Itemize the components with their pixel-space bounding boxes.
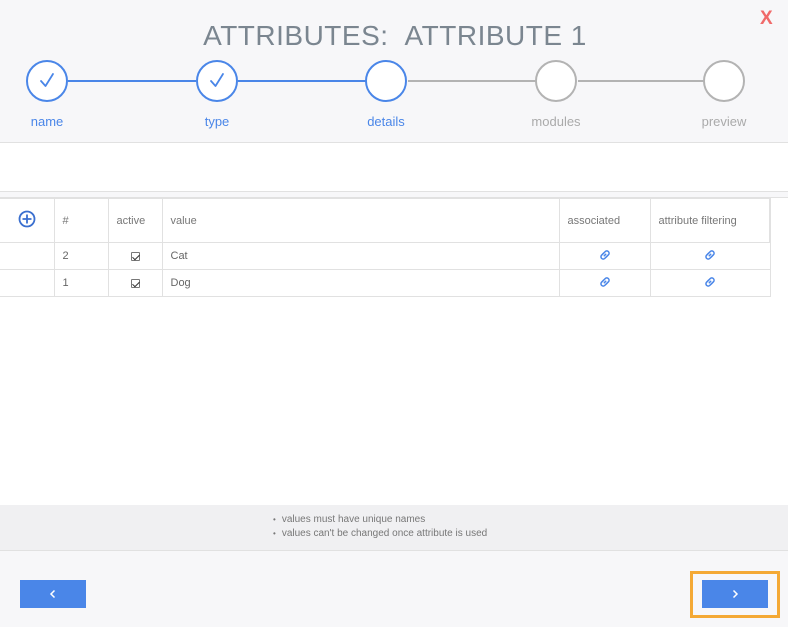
step-modules-circle[interactable]: [535, 60, 577, 102]
check-icon: [40, 73, 54, 87]
active-checkbox[interactable]: [130, 278, 140, 288]
values-panel: # active value associated attribute filt…: [0, 197, 788, 505]
step-name-circle[interactable]: [26, 60, 68, 102]
link-icon[interactable]: [598, 275, 612, 289]
step-label-modules: modules: [531, 114, 581, 129]
row-number: 1: [53, 269, 109, 297]
value-notes: values must have unique names values can…: [0, 505, 788, 551]
previous-button[interactable]: [20, 580, 86, 608]
table-row: 2 Cat: [0, 242, 771, 270]
link-icon[interactable]: [598, 248, 612, 262]
header-number: #: [53, 198, 109, 243]
note-item: values can't be changed once attribute i…: [273, 527, 487, 541]
step-label-preview: preview: [701, 114, 747, 129]
step-connector: [578, 80, 706, 82]
toolbar-band: [0, 142, 788, 192]
chevron-right-icon: [732, 589, 739, 599]
column-divider: [769, 198, 770, 242]
step-connector: [408, 80, 536, 82]
link-icon[interactable]: [703, 275, 717, 289]
chevron-left-icon: [49, 589, 56, 599]
header-associated: associated: [558, 198, 651, 243]
step-label-name: name: [30, 114, 64, 129]
step-label-details: details: [367, 114, 405, 129]
step-connector: [68, 80, 196, 82]
values-table: # active value associated attribute filt…: [0, 198, 771, 297]
step-preview-circle[interactable]: [703, 60, 745, 102]
add-value-cell: [0, 198, 55, 243]
step-type-circle[interactable]: [196, 60, 238, 102]
note-item: values must have unique names: [273, 513, 487, 527]
active-checkbox[interactable]: [130, 251, 140, 261]
step-details-circle[interactable]: [365, 60, 407, 102]
header-active: active: [107, 198, 163, 243]
dialog-title: ATTRIBUTES: ATTRIBUTE 1: [0, 20, 788, 52]
link-icon[interactable]: [703, 248, 717, 262]
plus-circle-icon[interactable]: [18, 210, 36, 228]
wizard-stepper: name type details modules preview: [0, 60, 788, 140]
header-value: value: [161, 198, 560, 243]
step-label-type: type: [204, 114, 230, 129]
title-attribute-name: ATTRIBUTE 1: [404, 20, 587, 51]
row-number: 2: [53, 242, 109, 270]
row-value: Cat: [161, 242, 560, 270]
next-button[interactable]: [702, 580, 768, 608]
check-icon: [210, 73, 224, 87]
header-filtering: attribute filtering: [649, 198, 771, 243]
title-prefix: ATTRIBUTES:: [203, 20, 389, 51]
table-row: 1 Dog: [0, 269, 771, 297]
row-value: Dog: [161, 269, 560, 297]
step-connector: [238, 80, 366, 82]
table-header-row: # active value associated attribute filt…: [0, 198, 771, 243]
